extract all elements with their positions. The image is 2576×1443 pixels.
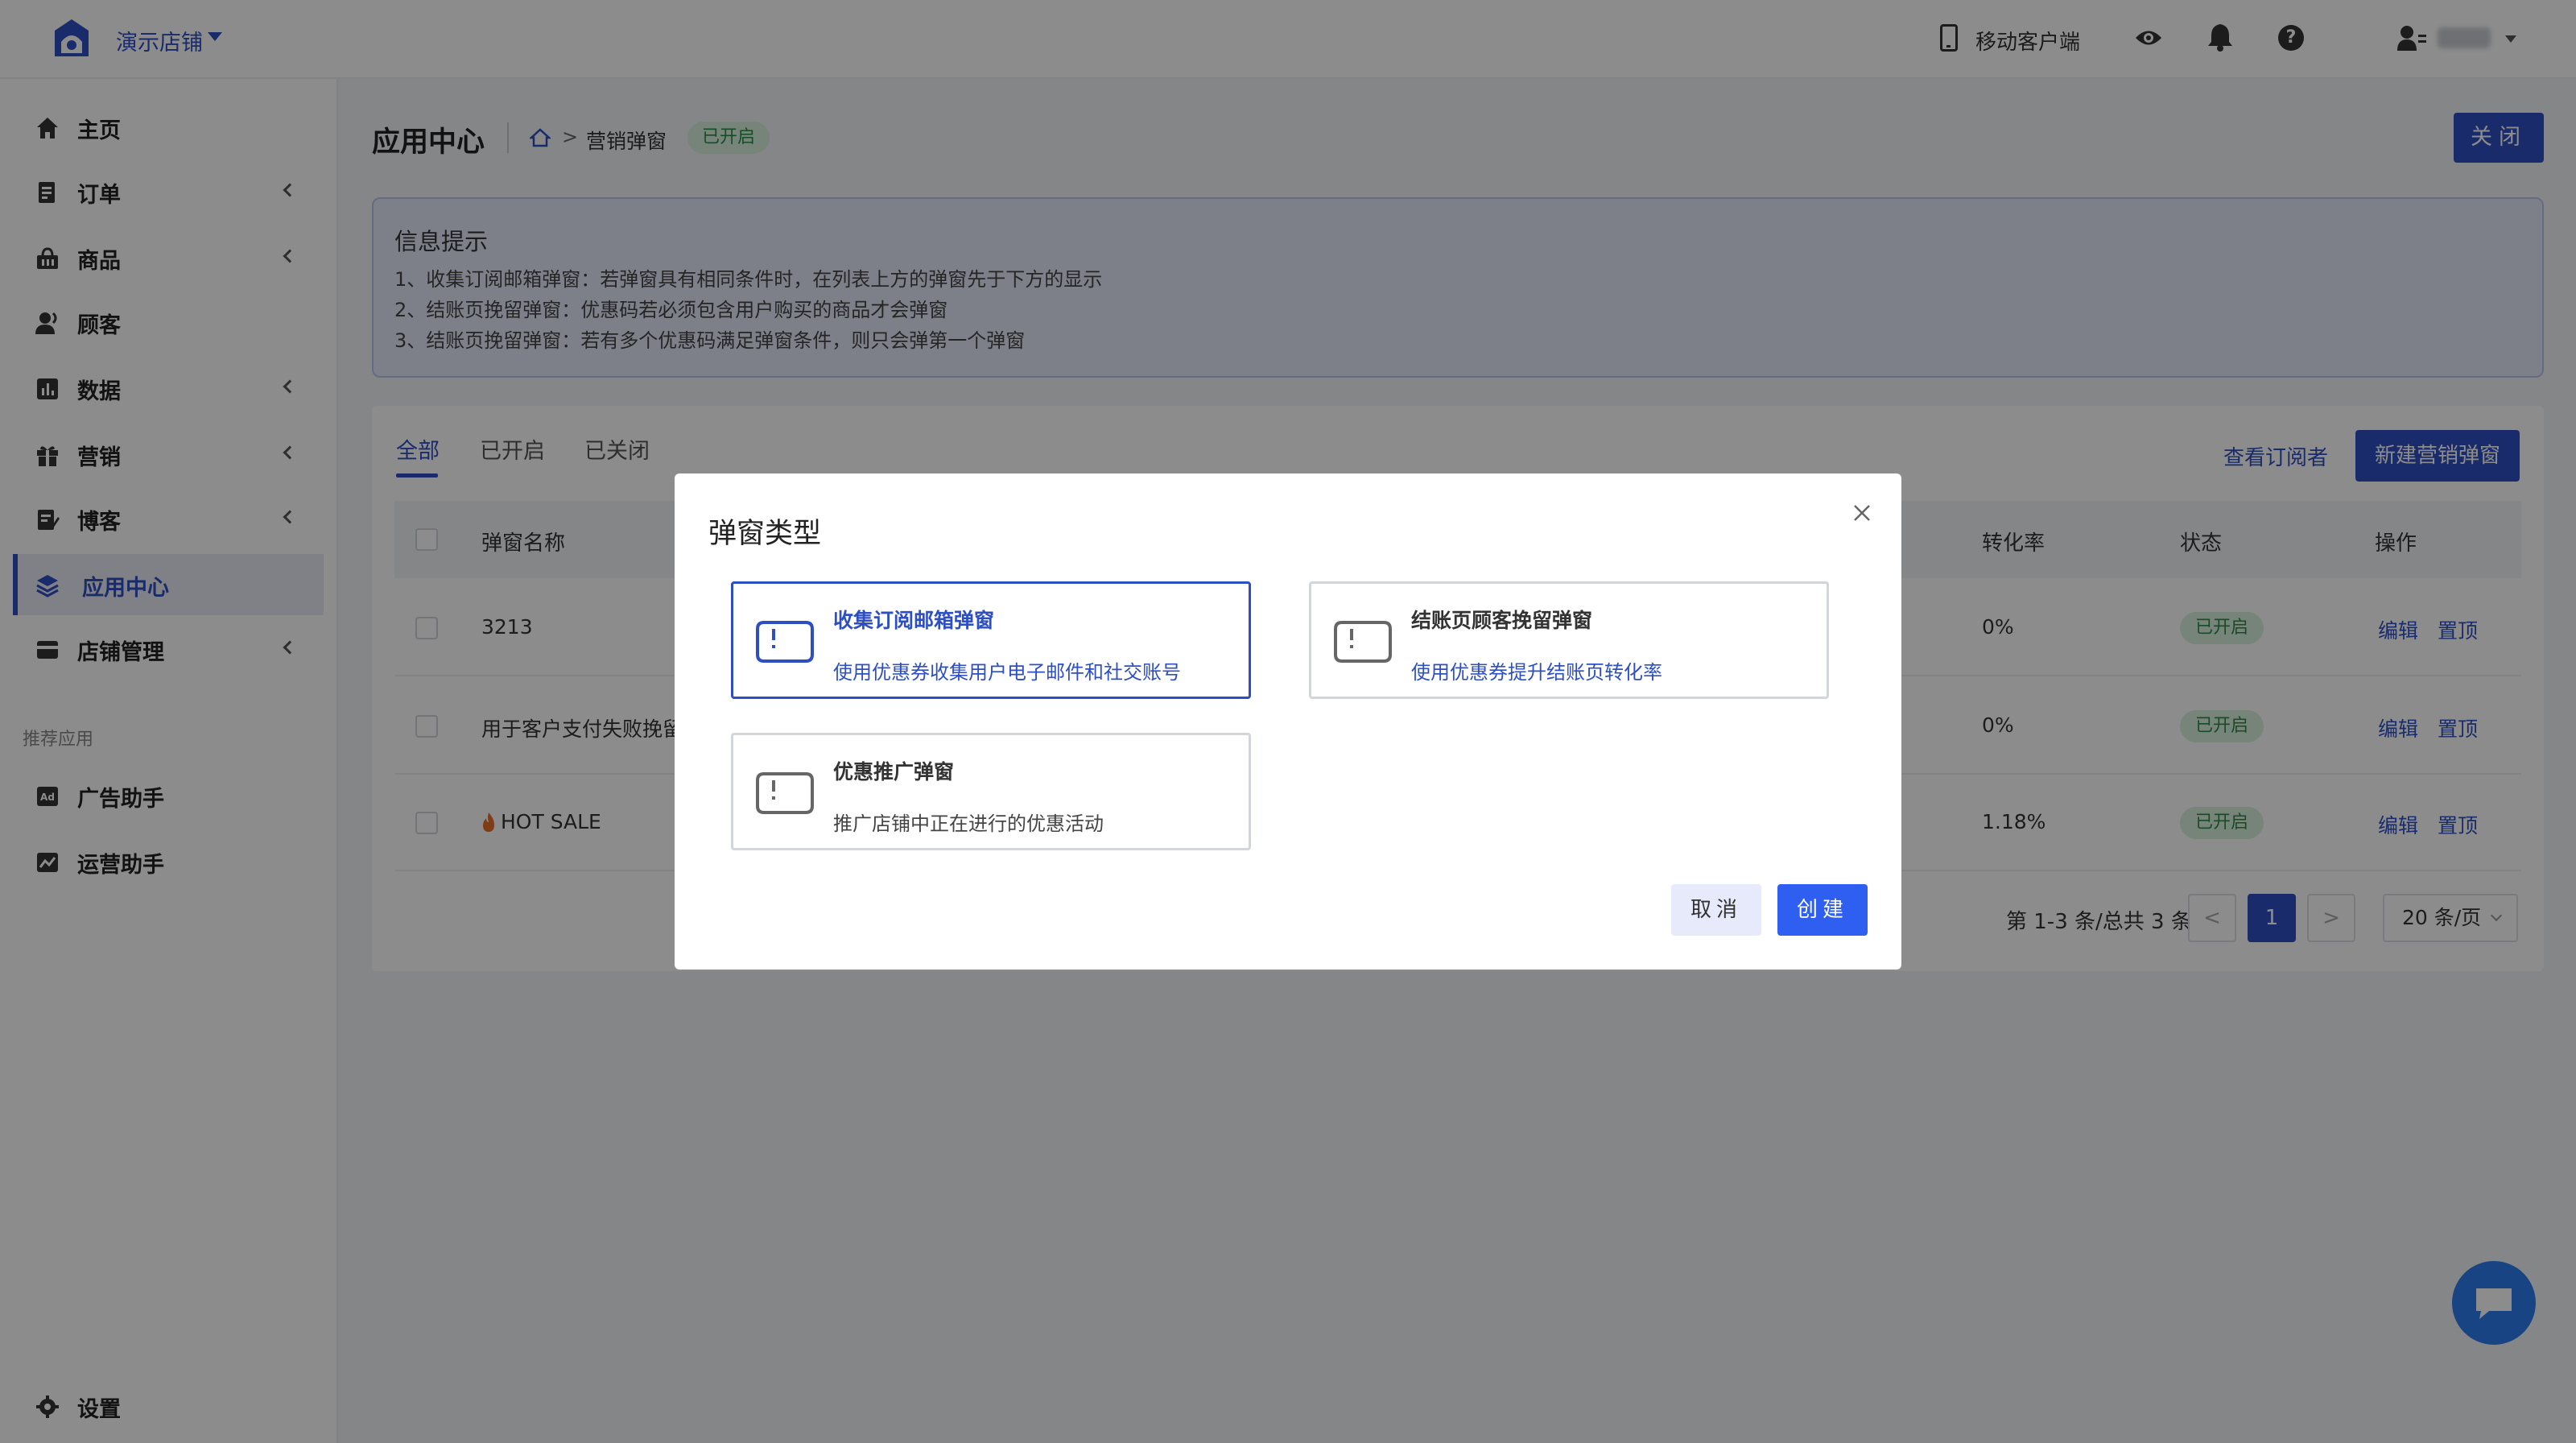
close-icon[interactable] — [1850, 501, 1874, 525]
option-title: 收集订阅邮箱弹窗 — [833, 609, 995, 632]
option-description: 使用优惠券提升结账页转化率 — [1411, 661, 1662, 684]
popup-template-icon — [756, 772, 814, 814]
modal-title: 弹窗类型 — [708, 518, 822, 550]
option-title: 优惠推广弹窗 — [833, 760, 955, 784]
option-subscribe-email-popup[interactable]: 收集订阅邮箱弹窗 使用优惠券收集用户电子邮件和社交账号 — [731, 581, 1251, 699]
option-checkout-retention-popup[interactable]: 结账页顾客挽留弹窗 使用优惠券提升结账页转化率 — [1309, 581, 1829, 699]
option-description: 推广店铺中正在进行的优惠活动 — [833, 812, 1104, 835]
option-title: 结账页顾客挽留弹窗 — [1411, 609, 1593, 632]
cancel-button[interactable]: 取消 — [1671, 884, 1761, 936]
popup-template-icon — [1334, 621, 1392, 663]
option-description: 使用优惠券收集用户电子邮件和社交账号 — [833, 661, 1181, 684]
create-button[interactable]: 创建 — [1777, 884, 1868, 936]
popup-type-modal: 弹窗类型 收集订阅邮箱弹窗 使用优惠券收集用户电子邮件和社交账号 结账页顾客挽留… — [675, 473, 1901, 970]
option-discount-promo-popup[interactable]: 优惠推广弹窗 推广店铺中正在进行的优惠活动 — [731, 733, 1251, 850]
popup-template-icon — [756, 621, 814, 663]
